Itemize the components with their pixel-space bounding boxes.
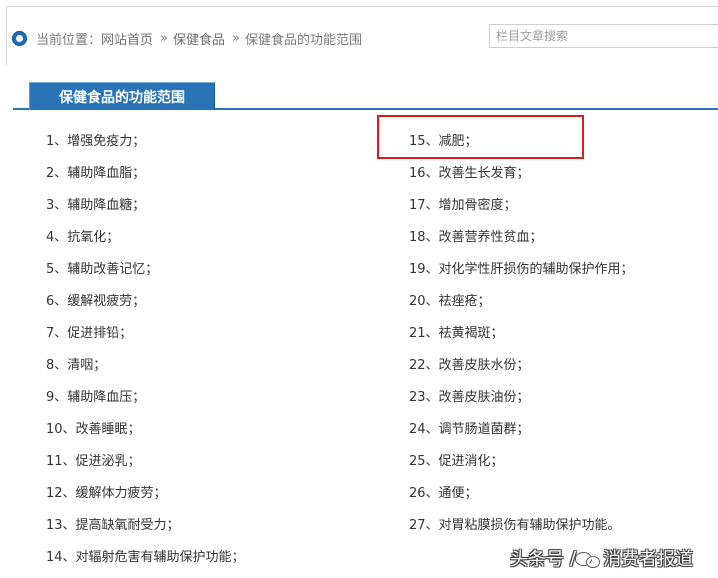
- function-item: 21、祛黄褐斑；: [409, 326, 504, 341]
- function-item: 19、对化学性肝损伤的辅助保护作用；: [409, 262, 634, 277]
- function-item: 7、促进排铅；: [46, 326, 133, 341]
- watermark-source: 头条号: [510, 549, 564, 570]
- function-item: 4、抗氧化；: [46, 230, 120, 245]
- function-item: 26、通便；: [409, 486, 478, 501]
- function-item: 13、提高缺氧耐受力；: [46, 518, 180, 533]
- breadcrumb: 当前位置： 网站首页 » 保健食品 » 保健食品的功能范围: [12, 27, 362, 49]
- function-item: 23、改善皮肤油份；: [409, 390, 530, 405]
- breadcrumb-separator: »: [160, 30, 168, 46]
- function-item: 10、改善睡眠；: [46, 422, 141, 437]
- function-item: 12、缓解体力疲劳；: [46, 486, 167, 501]
- function-item: 6、缓解视疲劳；: [46, 294, 146, 309]
- function-item: 22、改善皮肤水份；: [409, 358, 530, 373]
- function-item: 16、改善生长发育；: [409, 166, 530, 181]
- function-item: 20、祛痤疮；: [409, 294, 491, 309]
- function-list-right: 15、减肥； 16、改善生长发育； 17、增加骨密度； 18、改善营养性贫血； …: [409, 130, 709, 546]
- watermark-brand: 消费者报道: [603, 549, 694, 570]
- section-title: 保健食品的功能范围: [59, 89, 185, 106]
- function-item: 15、减肥；: [409, 134, 478, 149]
- watermark: 头条号 / 消费者报道: [510, 546, 694, 571]
- function-item: 24、调节肠道菌群；: [409, 422, 530, 437]
- function-item: 25、促进消化；: [409, 454, 504, 469]
- section-title-tab: 保健食品的功能范围: [29, 82, 215, 110]
- function-item: 11、促进泌乳；: [46, 454, 141, 469]
- function-item: 5、辅助改善记忆；: [46, 262, 159, 277]
- function-item: 9、辅助降血压；: [46, 390, 146, 405]
- breadcrumb-separator: »: [232, 30, 240, 46]
- search-box: [489, 24, 718, 48]
- breadcrumb-label: 当前位置：: [36, 32, 102, 48]
- location-icon: [12, 30, 27, 46]
- search-input[interactable]: [490, 25, 718, 47]
- function-item: 8、清咽；: [46, 358, 107, 373]
- function-item: 2、辅助降血脂；: [46, 166, 146, 181]
- function-item: 27、对胃粘膜损伤有辅助保护功能。: [409, 518, 621, 533]
- breadcrumb-health-food-link[interactable]: 保健食品: [173, 29, 225, 48]
- wechat-bubble-icon: [576, 550, 600, 567]
- function-list-left: 1、增强免疫力； 2、辅助降血脂； 3、辅助降血糖； 4、抗氧化； 5、辅助改善…: [46, 130, 358, 578]
- breadcrumb-home-link[interactable]: 网站首页: [101, 29, 153, 48]
- function-item: 18、改善营养性贫血；: [409, 230, 543, 245]
- breadcrumb-current-page: 保健食品的功能范围: [244, 32, 362, 48]
- function-item: 3、辅助降血糖；: [46, 198, 146, 213]
- function-item: 14、对辐射危害有辅助保护功能；: [46, 550, 245, 565]
- function-item: 17、增加骨密度；: [409, 198, 517, 213]
- function-item: 1、增强免疫力；: [46, 134, 146, 149]
